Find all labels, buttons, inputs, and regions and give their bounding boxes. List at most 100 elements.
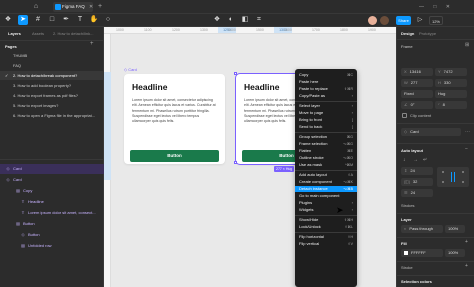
- y-field[interactable]: Y 7472: [435, 68, 467, 76]
- menu-item[interactable]: Plugins ›: [295, 200, 357, 206]
- present-icon[interactable]: ▷: [414, 16, 426, 25]
- layer-item[interactable]: T Lorem ipsum dolor sit amet, consect...: [0, 208, 104, 218]
- menu-item[interactable]: Group selection ⌘G: [295, 134, 357, 140]
- shape-tool-icon[interactable]: □: [47, 15, 57, 25]
- menu-item[interactable]: Move to page ›: [295, 110, 357, 116]
- padding-v-field[interactable]: ☰ 24: [401, 189, 433, 197]
- direction-right-icon[interactable]: →: [413, 156, 418, 164]
- pen-tool-icon[interactable]: ✒: [61, 15, 71, 25]
- fill-opacity-field[interactable]: 100%: [445, 249, 465, 257]
- gap-field[interactable]: ⇕ 24: [401, 167, 433, 175]
- menu-item[interactable]: Flatten ⌘E: [295, 148, 357, 154]
- radius-field[interactable]: ◜ 8: [435, 101, 467, 109]
- width-field[interactable]: W 277: [401, 79, 433, 87]
- hand-tool-icon[interactable]: ✋: [89, 15, 99, 25]
- rotation-field[interactable]: ∠ 0°: [401, 101, 433, 109]
- blend-mode-select[interactable]: ◐ Pass through: [401, 225, 443, 233]
- padding-h-field[interactable]: |◫| 32: [401, 178, 433, 186]
- align-dot[interactable]: [442, 181, 444, 183]
- resize-handle[interactable]: [234, 161, 237, 164]
- align-dot[interactable]: [462, 171, 464, 173]
- x-field[interactable]: X 13416: [401, 68, 433, 76]
- page-item[interactable]: 4. How to export frames as pdf files?: [0, 91, 104, 100]
- remove-auto-layout-icon[interactable]: −: [465, 145, 468, 153]
- instance-select[interactable]: ◇ Card: [401, 128, 461, 136]
- menu-item[interactable]: Lock/Unlock ⇧⌘L: [295, 224, 357, 230]
- clip-content-checkbox[interactable]: [402, 113, 407, 118]
- menu-item[interactable]: Go to main component: [295, 193, 357, 199]
- layer-item[interactable]: ◇ Card: [0, 164, 104, 174]
- page-item[interactable]: ✓ 2. How to detach/break component?: [0, 71, 104, 80]
- layout-grid-icon[interactable]: ⊞: [465, 41, 469, 49]
- main-menu-icon[interactable]: ❖: [3, 15, 13, 25]
- add-fill-icon[interactable]: +: [465, 238, 468, 246]
- height-mode-select[interactable]: Hug: [435, 90, 467, 98]
- avatar[interactable]: [380, 16, 389, 25]
- comment-tool-icon[interactable]: ○: [103, 15, 113, 25]
- page-item[interactable]: 3. How to add boolean property?: [0, 81, 104, 90]
- menu-item[interactable]: Flip vertical ⇧V: [295, 241, 357, 247]
- menu-item[interactable]: Create component ⌥⌘K: [295, 179, 357, 185]
- menu-item[interactable]: Paste here: [295, 79, 357, 85]
- add-page-icon[interactable]: +: [90, 41, 94, 47]
- menu-item[interactable]: Copy ⌘C: [295, 72, 357, 78]
- layer-item[interactable]: T Headline: [0, 197, 104, 207]
- layer-item[interactable]: ◇ Card: [0, 175, 104, 185]
- add-stroke-icon[interactable]: +: [465, 262, 468, 270]
- page-breadcrumb[interactable]: 2. How to detach/link...: [53, 30, 93, 38]
- page-item[interactable]: FAQ: [0, 61, 104, 70]
- menu-item[interactable]: Bring to front]: [295, 117, 357, 123]
- page-item[interactable]: THUMB: [0, 51, 104, 60]
- move-tool-icon[interactable]: ➤: [18, 15, 28, 25]
- alignment-box[interactable]: [437, 167, 469, 187]
- layer-item[interactable]: ▤ Copy: [0, 186, 104, 196]
- height-field[interactable]: H 330: [435, 79, 467, 87]
- tab-layers[interactable]: Layers: [8, 30, 21, 38]
- tab-design[interactable]: Design: [401, 31, 414, 36]
- menu-item[interactable]: Send to back [: [295, 124, 357, 130]
- card[interactable]: Headline Lorem ipsum dolor sit amet, con…: [124, 74, 225, 164]
- direction-down-icon[interactable]: ↓: [403, 156, 406, 164]
- menu-item[interactable]: Paste to replace ⇧⌘R: [295, 86, 357, 92]
- file-tab[interactable]: Figma FAQ: [53, 2, 93, 12]
- page-item[interactable]: 6. How to open a Figma file in the appro…: [0, 111, 104, 120]
- avatar[interactable]: [368, 16, 377, 25]
- menu-item[interactable]: Copy/Paste as ›: [295, 93, 357, 99]
- instance-options-icon[interactable]: ⋯: [465, 128, 470, 136]
- menu-item[interactable]: Add auto layout ⇧A: [295, 172, 357, 178]
- fill-color-field[interactable]: FFFFFF: [401, 249, 443, 257]
- text-tool-icon[interactable]: T: [75, 15, 85, 25]
- tab-assets[interactable]: Assets: [32, 30, 44, 38]
- tab-prototype[interactable]: Prototype: [419, 31, 436, 36]
- home-icon[interactable]: ⌂: [31, 2, 41, 12]
- layer-item[interactable]: ▤ Unfolded row: [0, 241, 104, 251]
- menu-item[interactable]: Select layer ›: [295, 103, 357, 109]
- resize-handle[interactable]: [234, 72, 237, 75]
- boolean-icon[interactable]: ◧: [240, 15, 250, 25]
- close-tab-icon[interactable]: ✕: [89, 2, 93, 12]
- card-button[interactable]: Button: [130, 150, 219, 162]
- frame-type-label[interactable]: Frame: [401, 44, 413, 49]
- crop-icon[interactable]: ⌗: [254, 15, 264, 25]
- component-icon[interactable]: ❖: [212, 15, 222, 25]
- width-mode-select[interactable]: Fixed: [401, 90, 433, 98]
- page-item[interactable]: 5. How to export images?: [0, 101, 104, 110]
- layer-item[interactable]: ◇ Button: [0, 230, 104, 240]
- align-dot[interactable]: [442, 171, 444, 173]
- menu-item[interactable]: Outline stroke ⌥⌘O: [295, 155, 357, 161]
- file-title[interactable]: [218, 14, 258, 27]
- menu-item[interactable]: Detach instance ⌥⌘B: [295, 186, 357, 192]
- layer-item[interactable]: ▤ Button: [0, 219, 104, 229]
- mask-icon[interactable]: ◐: [226, 15, 236, 25]
- wrap-icon[interactable]: ↵: [423, 156, 427, 164]
- new-tab-icon[interactable]: +: [98, 2, 102, 12]
- align-dot[interactable]: [462, 181, 464, 183]
- menu-item[interactable]: Frame selection ⌥⌘G: [295, 141, 357, 147]
- menu-item[interactable]: Use as mask ^⌘M: [295, 162, 357, 168]
- frame-tool-icon[interactable]: #: [33, 15, 43, 25]
- frame-label[interactable]: ◇ Card: [124, 67, 137, 72]
- menu-item[interactable]: Widgets ›: [295, 207, 357, 213]
- menu-item[interactable]: Flip horizontal ⇧H: [295, 234, 357, 240]
- menu-item[interactable]: Show/Hide ⇧⌘H: [295, 217, 357, 223]
- zoom-dropdown[interactable]: 12%: [429, 16, 443, 25]
